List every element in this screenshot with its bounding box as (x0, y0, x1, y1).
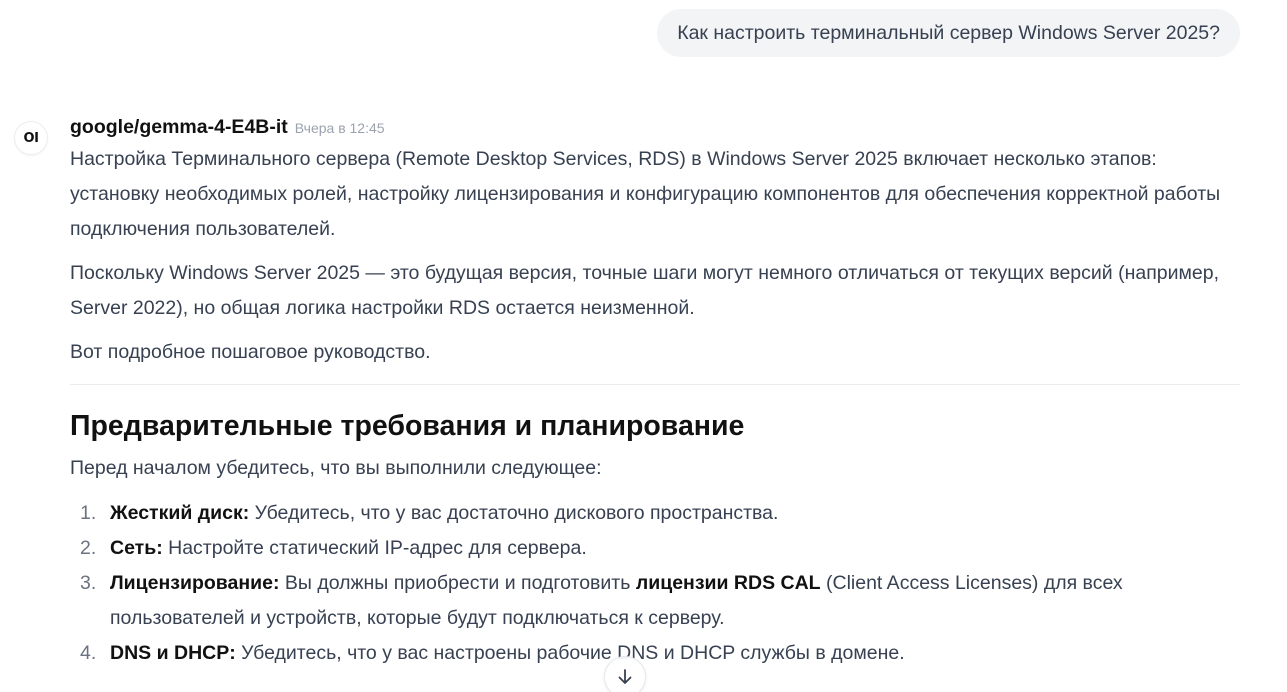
list-item-number: 2. (80, 537, 97, 559)
list-item-number: 3. (80, 572, 97, 594)
section-heading: Предварительные требования и планировани… (70, 410, 745, 442)
message-timestamp: Вчера в 12:45 (294, 120, 385, 136)
list-item-text: Убедитесь, что у вас настроены рабочие D… (235, 642, 905, 664)
user-message-bubble: Как настроить терминальный сервер Window… (657, 9, 1240, 57)
user-message-text: Как настроить терминальный сервер Window… (677, 22, 1220, 44)
list-item: 3. Лицензирование: Вы должны приобрести … (70, 566, 1240, 636)
list-item-text: Убедитесь, что у вас достаточно дисковог… (249, 502, 779, 524)
list-item-title: Жесткий диск: (110, 502, 250, 524)
list-item: 4. DNS и DHCP: Убедитесь, что у вас наст… (70, 636, 1240, 671)
divider (70, 384, 1240, 385)
requirements-list: 1. Жесткий диск: Убедитесь, что у вас до… (70, 496, 1240, 671)
assistant-message-header: google/gemma-4-E4B-it Вчера в 12:45 (70, 116, 385, 139)
assistant-avatar: OI (14, 121, 48, 155)
chat-page: Как настроить терминальный сервер Window… (0, 0, 1287, 692)
model-name: google/gemma-4-E4B-it (70, 116, 288, 138)
arrow-down-icon (618, 669, 632, 684)
assistant-message-content: Настройка Терминального сервера (Remote … (70, 142, 1240, 671)
list-item-title: Лицензирование: (110, 572, 280, 594)
list-item-emphasis: лицензии RDS CAL (635, 572, 821, 594)
section-intro: Перед началом убедитесь, что вы выполнил… (70, 457, 602, 479)
list-item: 2. Сеть: Настройте статический IP-адрес … (70, 531, 1240, 566)
list-item-number: 1. (80, 502, 97, 524)
avatar-label: OI (23, 130, 39, 146)
list-item-text: Настройте статический IP-адрес для серве… (162, 537, 587, 559)
list-item: 1. Жесткий диск: Убедитесь, что у вас до… (70, 496, 1240, 531)
paragraph: Настройка Терминального сервера (Remote … (70, 148, 1221, 240)
paragraph: Поскольку Windows Server 2025 — это буду… (70, 262, 1220, 319)
scroll-to-bottom-button[interactable] (604, 656, 646, 692)
list-item-text: Вы должны приобрести и подготовить (279, 572, 636, 594)
list-item-title: Сеть: (110, 537, 163, 559)
list-item-title: DNS и DHCP: (110, 642, 236, 664)
list-item-number: 4. (80, 642, 97, 664)
paragraph: Вот подробное пошаговое руководство. (70, 341, 431, 363)
